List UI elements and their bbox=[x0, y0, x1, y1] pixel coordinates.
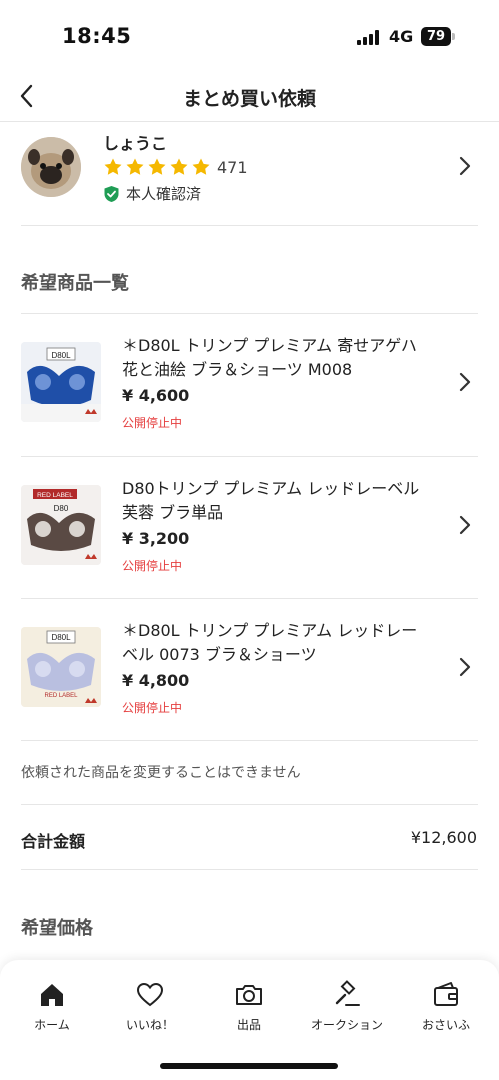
product-thumbnail: RED LABEL D80 bbox=[21, 485, 101, 565]
tab-sell[interactable]: 出品 bbox=[199, 980, 299, 1033]
shield-check-icon bbox=[104, 185, 119, 202]
camera-icon bbox=[236, 985, 262, 1005]
product-item[interactable]: RED LABEL D80 D80トリンプ プレミアム レッドレーベル 芙蓉 ブ… bbox=[0, 457, 499, 599]
svg-text:D80L: D80L bbox=[51, 351, 71, 360]
battery-icon: 79 bbox=[421, 27, 451, 46]
seller-row[interactable]: しょうこ 471 本人確認済 bbox=[0, 124, 499, 226]
star-icon bbox=[192, 158, 210, 175]
wallet-icon bbox=[434, 982, 458, 1006]
product-price: ¥ 4,600 bbox=[122, 386, 190, 405]
tab-wallet[interactable]: おさいふ bbox=[396, 980, 496, 1033]
tab-label: オークション bbox=[310, 1018, 383, 1032]
section-title-price: 希望価格 bbox=[21, 918, 93, 939]
star-icon bbox=[148, 158, 166, 175]
heart-icon bbox=[136, 982, 164, 1007]
svg-text:RED LABEL: RED LABEL bbox=[37, 492, 73, 499]
product-thumbnail: D80L RED LABEL bbox=[21, 627, 101, 707]
avatar bbox=[21, 137, 81, 197]
battery-tip bbox=[452, 33, 455, 40]
star-icon bbox=[126, 158, 144, 175]
signal-icon bbox=[357, 29, 383, 45]
notice-text: 依頼された商品を変更することはできません bbox=[21, 765, 301, 781]
product-item[interactable]: D80L RED LABEL ＊D80L トリンプ プレミアム レッドレーベル … bbox=[0, 599, 499, 741]
product-price: ¥ 3,200 bbox=[122, 529, 190, 548]
divider bbox=[21, 225, 478, 226]
tab-label: ホーム bbox=[34, 1018, 70, 1032]
navigation-bar: まとめ買い依頼 bbox=[0, 72, 499, 122]
svg-text:RED LABEL: RED LABEL bbox=[44, 693, 78, 699]
status-bar: 18:45 4G 79 bbox=[0, 0, 499, 72]
battery-level: 79 bbox=[426, 29, 446, 44]
tab-label: 出品 bbox=[236, 1018, 261, 1032]
status-time: 18:45 bbox=[62, 24, 132, 48]
tab-likes[interactable]: いいね！ bbox=[100, 980, 200, 1033]
product-status: 公開停止中 bbox=[122, 416, 183, 430]
divider bbox=[21, 869, 478, 870]
section-title-products: 希望商品一覧 bbox=[21, 273, 129, 294]
total-value: ¥12,600 bbox=[410, 828, 477, 847]
chevron-right-icon bbox=[455, 154, 475, 178]
tab-label: いいね！ bbox=[125, 1018, 174, 1032]
star-icon bbox=[104, 158, 122, 175]
rating-count: 471 bbox=[217, 157, 248, 177]
tab-auction[interactable]: オークション bbox=[297, 980, 397, 1033]
product-thumbnail: D80L bbox=[21, 342, 101, 422]
product-title: ＊D80L トリンプ プレミアム レッドレーベル 0073 ブラ＆ショーツ bbox=[122, 621, 418, 664]
verified-badge: 本人確認済 bbox=[103, 183, 201, 204]
tab-home[interactable]: ホーム bbox=[2, 980, 102, 1033]
total-label: 合計金額 bbox=[21, 832, 86, 851]
chevron-right-icon bbox=[455, 370, 475, 394]
seller-name: しょうこ bbox=[103, 134, 168, 153]
network-type: 4G bbox=[389, 27, 414, 46]
home-icon bbox=[41, 984, 63, 1006]
chevron-right-icon bbox=[455, 655, 475, 679]
product-item[interactable]: D80L ＊D80L トリンプ プレミアム 寄せアゲハ 花と油絵 ブラ＆ショーツ… bbox=[0, 314, 499, 456]
divider bbox=[21, 740, 478, 741]
divider bbox=[21, 804, 478, 805]
rating: 471 bbox=[103, 157, 248, 177]
chevron-right-icon bbox=[455, 513, 475, 537]
product-title: ＊D80L トリンプ プレミアム 寄せアゲハ 花と油絵 ブラ＆ショーツ M008 bbox=[122, 336, 417, 379]
product-status: 公開停止中 bbox=[122, 559, 183, 573]
product-price: ¥ 4,800 bbox=[122, 671, 190, 690]
page-title: まとめ買い依頼 bbox=[182, 88, 316, 110]
gavel-icon bbox=[335, 980, 360, 1006]
product-status: 公開停止中 bbox=[122, 701, 183, 715]
svg-text:D80: D80 bbox=[54, 504, 69, 513]
verified-label: 本人確認済 bbox=[126, 185, 202, 203]
tab-label: おさいふ bbox=[421, 1018, 470, 1032]
home-indicator bbox=[160, 1063, 338, 1069]
star-icon bbox=[170, 158, 188, 175]
tab-bar: ホーム いいね！ 出品 オークション おさいふ bbox=[0, 960, 499, 1080]
svg-text:D80L: D80L bbox=[51, 633, 71, 642]
product-title: D80トリンプ プレミアム レッドレーベル 芙蓉 ブラ単品 bbox=[122, 479, 420, 522]
